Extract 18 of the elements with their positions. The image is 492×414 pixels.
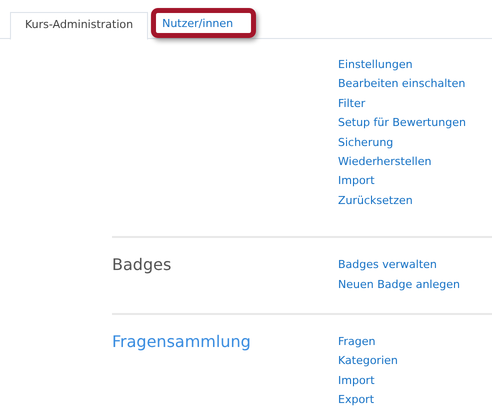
menu-link[interactable]: Import [338,370,492,390]
menu-link[interactable]: Filter [338,94,492,114]
menu-link[interactable]: Badges verwalten [338,255,492,275]
menu-link[interactable]: Einstellungen [338,55,492,74]
tab[interactable]: Nutzer/innen [148,12,248,38]
section-heading-link[interactable]: Fragensammlung [112,332,251,352]
menu-link[interactable]: Sicherung [338,132,492,152]
menu-link[interactable]: Fragen [338,332,492,352]
menu-link[interactable]: Bearbeiten einschalten [338,74,492,94]
tab[interactable]: Kurs-Administration [10,12,148,40]
menu-link[interactable]: Neuen Badge anlegen [338,274,492,294]
menu-link[interactable]: Export [338,390,492,410]
menu-link[interactable]: Zurücksetzen [338,190,492,210]
menu-link[interactable]: Kategorien [338,351,492,371]
menu-link[interactable]: Setup für Bewertungen [338,113,492,133]
menu-link[interactable]: Import [338,171,492,191]
section-heading: Badges [112,255,172,274]
menu-link[interactable]: Wiederherstellen [338,152,492,172]
